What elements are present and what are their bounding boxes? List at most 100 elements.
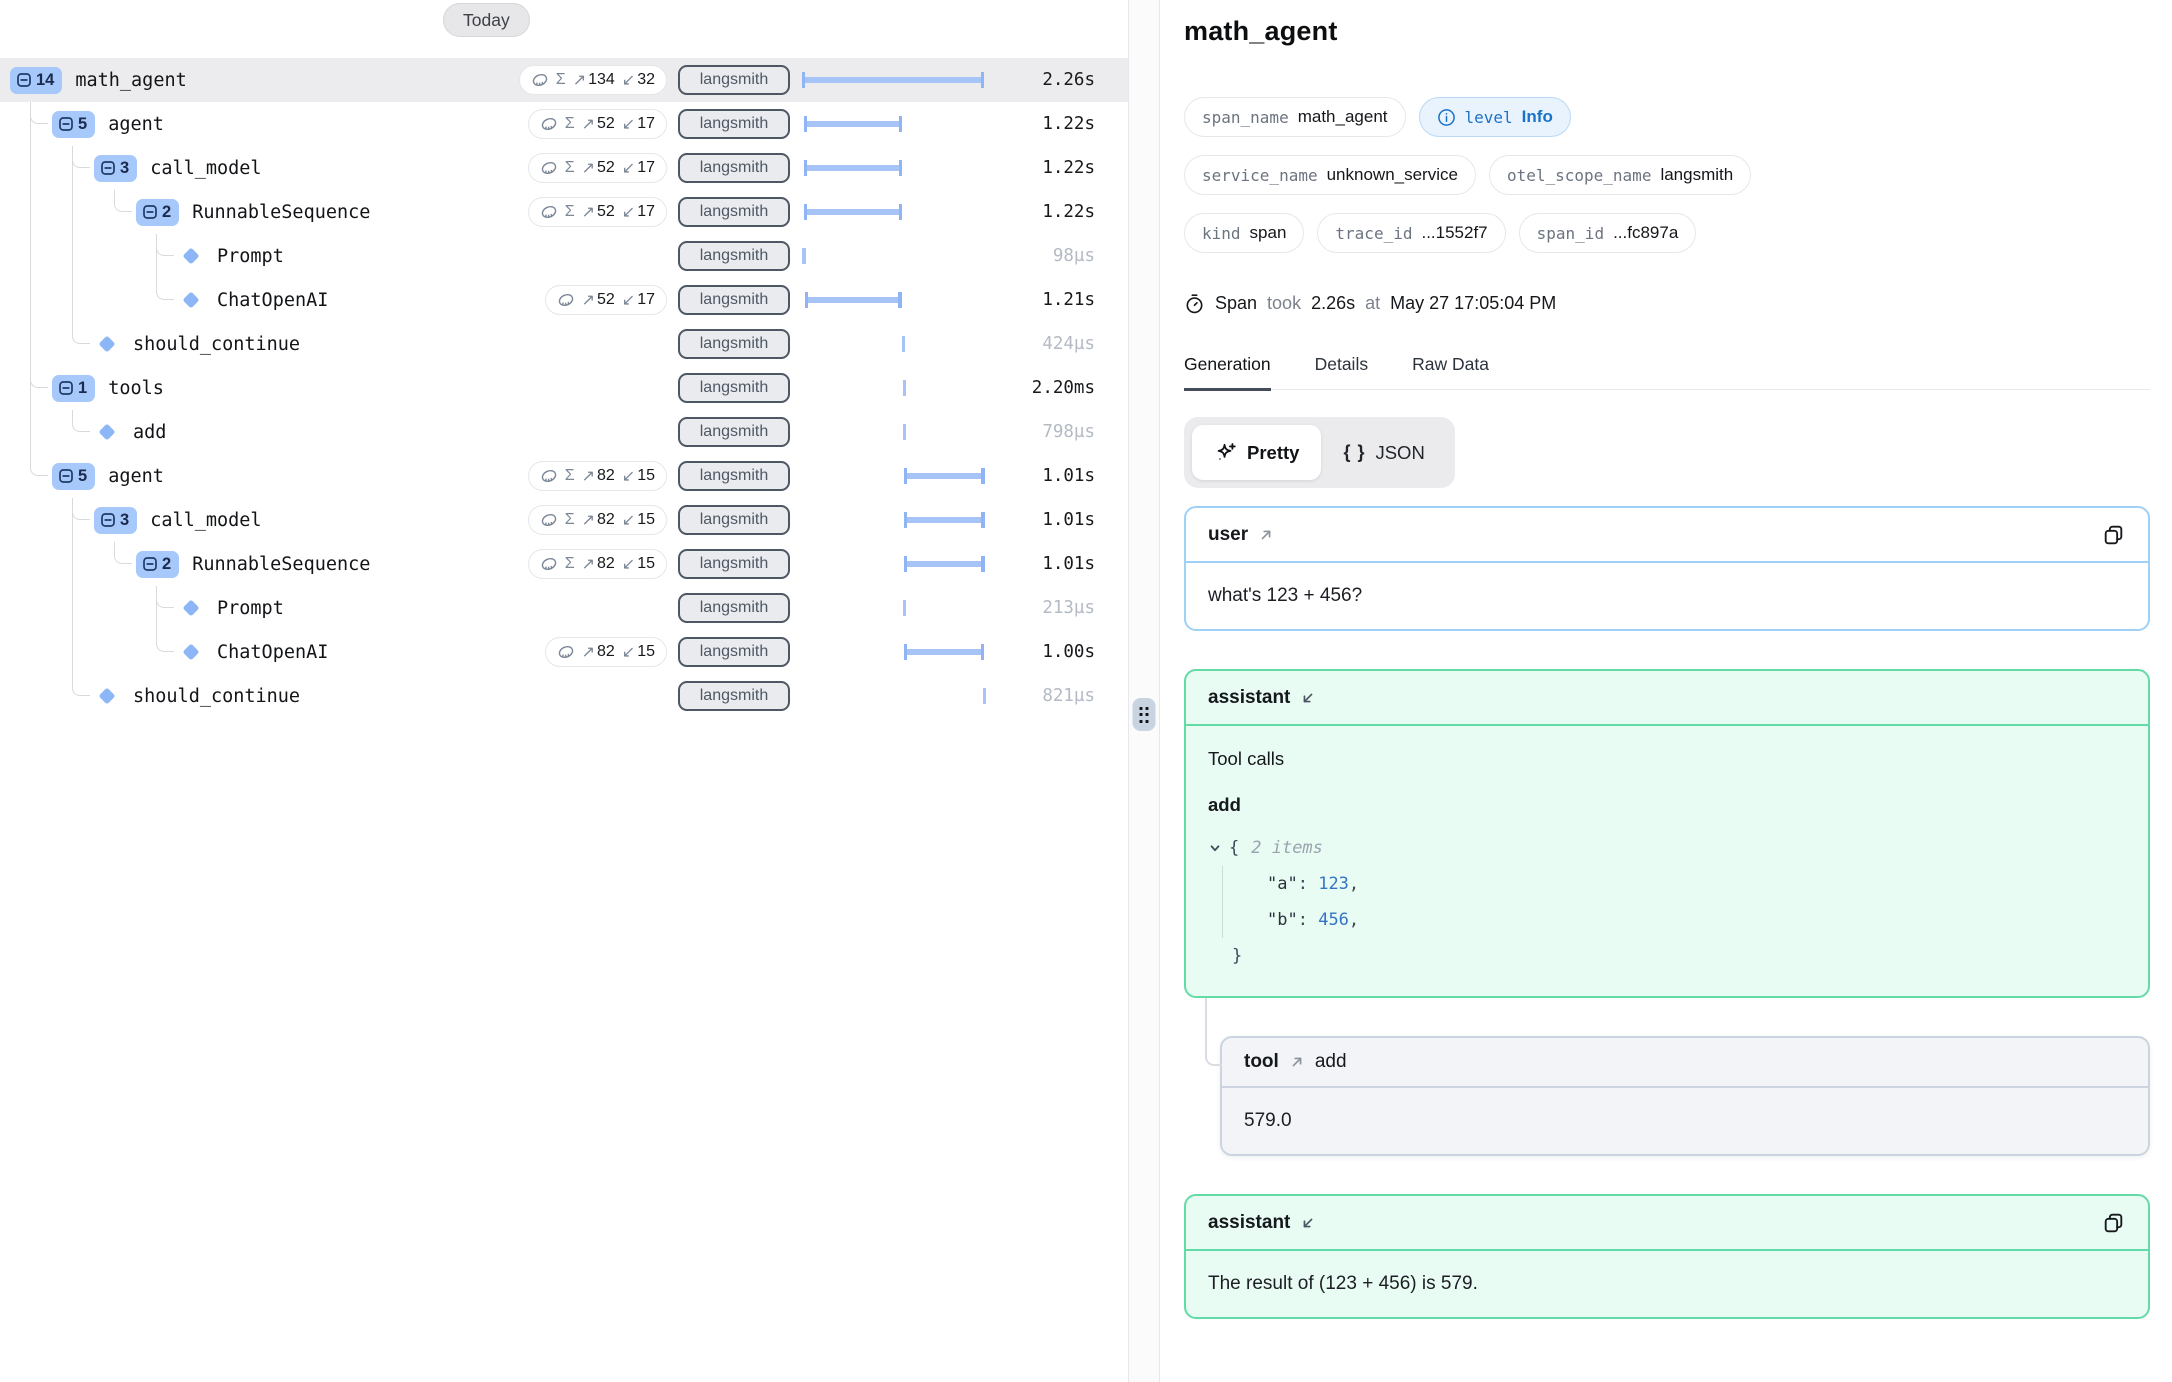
trace-row[interactable]: 2RunnableSequenceΣ↗82↙15langsmith1.01s — [0, 542, 1128, 586]
assistant-message-header: assistant — [1186, 1196, 2148, 1251]
sigma-icon: Σ — [565, 115, 575, 133]
trace-row[interactable]: 5agentΣ↗82↙15langsmith1.01s — [0, 454, 1128, 498]
tab-details[interactable]: Details — [1315, 354, 1369, 389]
langsmith-tag[interactable]: langsmith — [678, 109, 790, 139]
token-coin-icon — [540, 159, 558, 177]
assistant-message-card: assistantTool callsadd{2 items"a": 123,"… — [1184, 669, 2150, 998]
trace-row[interactable]: 1toolslangsmith2.20ms — [0, 366, 1128, 410]
langsmith-tag[interactable]: langsmith — [678, 285, 790, 315]
message-role-label: tool — [1244, 1051, 1279, 1073]
trace-row[interactable]: 14math_agentΣ↗134↙32langsmith2.26s — [0, 58, 1128, 102]
trace-row-name-cell: 3call_model — [0, 146, 497, 190]
leaf-diamond-icon — [99, 424, 116, 441]
span-name-label: ChatOpenAI — [217, 642, 328, 663]
trace-row[interactable]: addlangsmith798µs — [0, 410, 1128, 454]
langsmith-tag[interactable]: langsmith — [678, 329, 790, 359]
message-text: 579.0 — [1244, 1110, 1292, 1131]
collapse-badge[interactable]: 2 — [136, 199, 179, 226]
duration-bar — [804, 209, 902, 215]
output-tokens: ↙17 — [622, 202, 655, 222]
tree-connector-line — [72, 234, 73, 278]
trace-row[interactable]: 5agentΣ↗52↙17langsmith1.22s — [0, 102, 1128, 146]
trace-row[interactable]: 3call_modelΣ↗52↙17langsmith1.22s — [0, 146, 1128, 190]
collapse-badge[interactable]: 3 — [94, 155, 137, 182]
duration-tick — [903, 380, 907, 396]
copy-button[interactable] — [2101, 1210, 2126, 1235]
trace-row-name-cell: 3call_model — [0, 498, 497, 542]
trace-row[interactable]: should_continuelangsmith424µs — [0, 322, 1128, 366]
langsmith-tag[interactable]: langsmith — [678, 681, 790, 711]
langsmith-tag[interactable]: langsmith — [678, 241, 790, 271]
items-count-label: 2 items — [1251, 830, 1323, 866]
langsmith-tag[interactable]: langsmith — [678, 65, 790, 95]
waterfall-cell — [801, 410, 985, 454]
user-message-card: userwhat's 123 + 456? — [1184, 506, 2150, 631]
langsmith-tag[interactable]: langsmith — [678, 153, 790, 183]
pill-value: ...1552f7 — [1421, 223, 1487, 243]
trace-row[interactable]: 3call_modelΣ↗82↙15langsmith1.01s — [0, 498, 1128, 542]
langsmith-tag[interactable]: langsmith — [678, 373, 790, 403]
collapse-badge[interactable]: 3 — [94, 507, 137, 534]
langsmith-tag[interactable]: langsmith — [678, 549, 790, 579]
leaf-diamond-icon — [99, 336, 116, 353]
span-name-label: should_continue — [133, 686, 300, 707]
trace-row-name-cell: ChatOpenAI — [0, 630, 497, 674]
span-name-label: RunnableSequence — [192, 554, 370, 575]
trace-row-name-cell: should_continue — [0, 322, 497, 366]
copy-button[interactable] — [2101, 522, 2126, 547]
tag-cell: langsmith — [678, 197, 790, 227]
json-view-button[interactable]: { } JSON — [1321, 425, 1446, 480]
tag-cell: langsmith — [678, 417, 790, 447]
today-date-pill[interactable]: Today — [443, 3, 530, 37]
json-entry: "a": 123, — [1267, 866, 2126, 902]
collapse-badge[interactable]: 1 — [52, 375, 95, 402]
trace-row-inner: add — [94, 422, 166, 443]
descendant-count: 2 — [162, 203, 171, 222]
trace-row-name-cell: 1tools — [0, 366, 497, 410]
trace-row-inner: 3call_model — [94, 155, 262, 182]
chevron-down-icon[interactable] — [1208, 841, 1222, 855]
splitter-drag-handle-icon[interactable] — [1133, 698, 1156, 731]
collapse-badge[interactable]: 14 — [10, 67, 62, 94]
user-message-body: what's 123 + 456? — [1186, 563, 2148, 629]
token-coin-icon — [540, 115, 558, 133]
langsmith-tag[interactable]: langsmith — [678, 637, 790, 667]
trace-row[interactable]: should_continuelangsmith821µs — [0, 674, 1128, 718]
collapse-badge[interactable]: 5 — [52, 111, 95, 138]
tree-connector-elbow — [30, 366, 48, 388]
langsmith-tag[interactable]: langsmith — [678, 461, 790, 491]
descendant-count: 2 — [162, 555, 171, 574]
tree-connector-elbow — [156, 630, 174, 652]
trace-row-inner: should_continue — [94, 334, 300, 355]
tag-cell: langsmith — [678, 241, 790, 271]
collapse-badge[interactable]: 5 — [52, 463, 95, 490]
pill-key: kind — [1202, 224, 1241, 243]
collapse-minus-icon — [58, 380, 74, 396]
trace-row[interactable]: Promptlangsmith213µs — [0, 586, 1128, 630]
metadata-pill-span_id: span_id...fc897a — [1519, 213, 1697, 253]
collapse-badge[interactable]: 2 — [136, 551, 179, 578]
output-tokens: ↙32 — [622, 70, 655, 90]
output-tokens: ↙15 — [622, 466, 655, 486]
trace-row[interactable]: 2RunnableSequenceΣ↗52↙17langsmith1.22s — [0, 190, 1128, 234]
trace-row[interactable]: Promptlangsmith98µs — [0, 234, 1128, 278]
duration-bar — [804, 165, 902, 171]
pretty-view-button[interactable]: Pretty — [1192, 425, 1321, 480]
trace-row[interactable]: ChatOpenAI↗52↙17langsmith1.21s — [0, 278, 1128, 322]
langsmith-tag[interactable]: langsmith — [678, 197, 790, 227]
duration-bar — [904, 517, 985, 523]
tab-generation[interactable]: Generation — [1184, 354, 1271, 391]
duration-bar — [904, 473, 985, 479]
langsmith-tag[interactable]: langsmith — [678, 417, 790, 447]
trace-row[interactable]: ChatOpenAI↗82↙15langsmith1.00s — [0, 630, 1128, 674]
langsmith-tag[interactable]: langsmith — [678, 505, 790, 535]
metadata-pill-otel_scope_name: otel_scope_namelangsmith — [1489, 155, 1751, 195]
panel-splitter[interactable] — [1128, 0, 1160, 1382]
tool-message-card: tooladd579.0 — [1220, 1036, 2150, 1156]
langsmith-tag[interactable]: langsmith — [678, 593, 790, 623]
duration-bar — [904, 649, 985, 655]
trace-row-name-cell: should_continue — [0, 674, 497, 718]
tree-connector-line — [72, 630, 73, 674]
tab-raw-data[interactable]: Raw Data — [1412, 354, 1489, 389]
metadata-pill-span_name: span_namemath_agent — [1184, 97, 1406, 137]
